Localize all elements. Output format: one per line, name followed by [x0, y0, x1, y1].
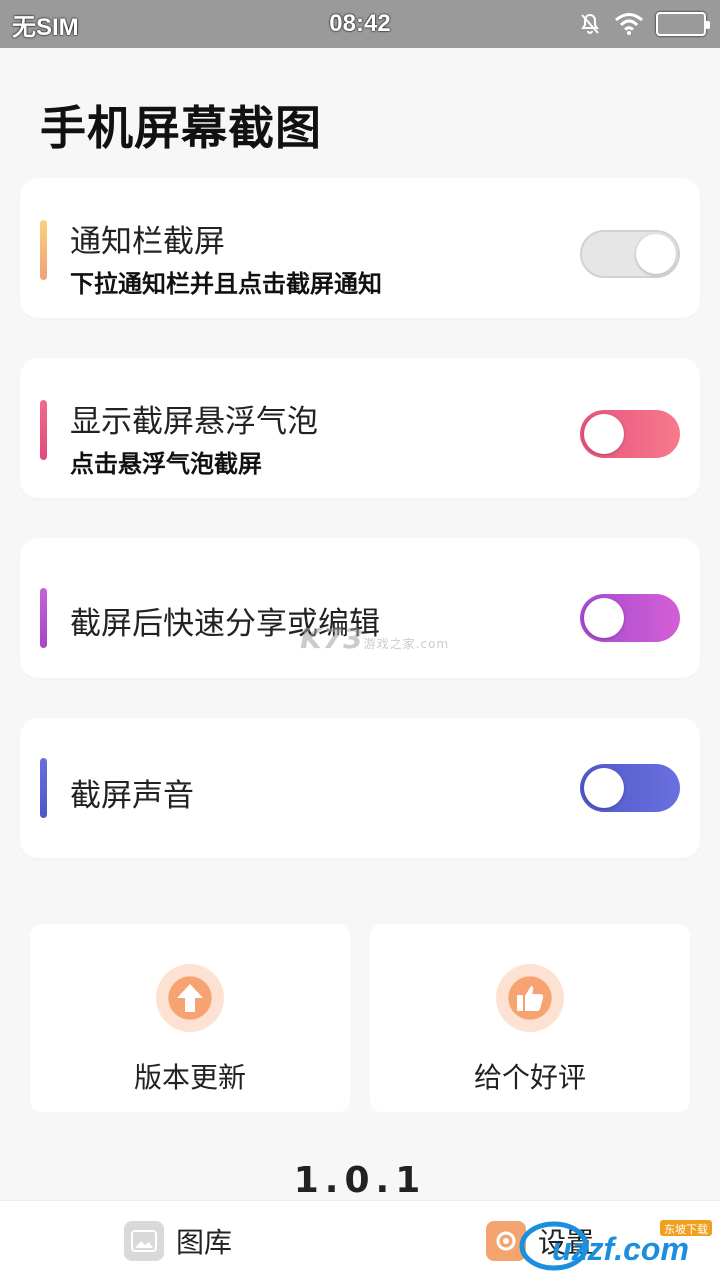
- setting-subtitle: 点击悬浮气泡截屏: [70, 450, 262, 478]
- update-icon-circle: [156, 964, 224, 1032]
- quick-share-toggle[interactable]: [580, 594, 680, 642]
- status-icons: [578, 12, 710, 36]
- nav-gallery[interactable]: 图库: [124, 1201, 232, 1280]
- rate-app-button[interactable]: 给个好评: [370, 924, 690, 1112]
- toggle-knob: [584, 598, 624, 638]
- setting-card-bubble: 显示截屏悬浮气泡 点击悬浮气泡截屏: [20, 358, 700, 498]
- carrier-label: 无SIM: [12, 13, 79, 41]
- mute-bell-icon: [581, 13, 599, 34]
- logo-text: uzzf.com: [552, 1231, 689, 1267]
- notification-screenshot-toggle[interactable]: [580, 230, 680, 278]
- setting-title: 显示截屏悬浮气泡: [70, 404, 318, 440]
- watermark: K73游戏之家.com: [300, 622, 449, 655]
- logo-badge: 东坡下载: [664, 1223, 708, 1236]
- setting-card-sound: 截屏声音: [20, 718, 700, 858]
- toggle-knob: [636, 234, 676, 274]
- rate-app-label: 给个好评: [473, 1061, 586, 1094]
- version-update-label: 版本更新: [133, 1061, 246, 1094]
- setting-title: 通知栏截屏: [70, 224, 225, 260]
- setting-card-notification: 通知栏截屏 下拉通知栏并且点击截屏通知: [20, 178, 700, 318]
- version-label: 1.0.1: [293, 1160, 427, 1200]
- accent-bar: [40, 400, 47, 460]
- setting-subtitle: 下拉通知栏并且点击截屏通知: [70, 270, 382, 298]
- screenshot-sound-toggle[interactable]: [580, 764, 680, 812]
- watermark-domain: .com: [415, 637, 450, 651]
- status-bar: 无SIM 08:42: [0, 0, 720, 48]
- accent-bar: [40, 758, 47, 818]
- battery-icon: [656, 12, 710, 36]
- gallery-icon: [124, 1221, 164, 1261]
- nav-gallery-label: 图库: [176, 1226, 233, 1259]
- uzzf-logo: uzzf.com 东坡下载: [519, 1220, 712, 1271]
- arrow-up-icon: [177, 984, 203, 1012]
- wifi-icon: [615, 13, 643, 35]
- setting-title: 截屏声音: [70, 778, 194, 814]
- accent-bar: [40, 588, 47, 648]
- page-title: 手机屏幕截图: [40, 101, 322, 155]
- toggle-knob: [584, 414, 624, 454]
- toggle-knob: [584, 768, 624, 808]
- thumbs-up-icon: [517, 986, 544, 1011]
- rate-icon-circle: [496, 964, 564, 1032]
- floating-bubble-toggle[interactable]: [580, 410, 680, 458]
- version-update-button[interactable]: 版本更新: [30, 924, 350, 1112]
- accent-bar: [40, 220, 47, 280]
- watermark-sub: 游戏之家: [363, 637, 416, 651]
- setting-card-share: 截屏后快速分享或编辑: [20, 538, 700, 678]
- watermark-main: K73: [300, 622, 364, 655]
